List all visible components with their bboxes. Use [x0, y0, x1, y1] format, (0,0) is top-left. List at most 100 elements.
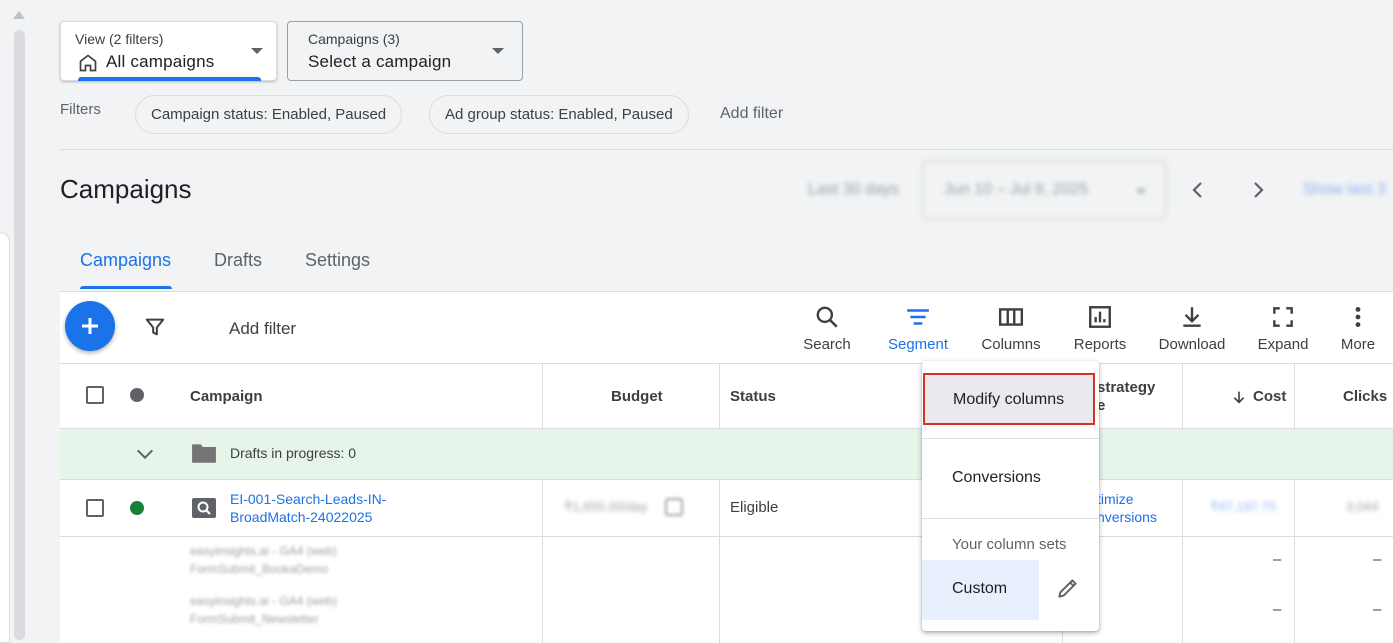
- status-value: Eligible: [730, 499, 779, 516]
- add-campaign-button[interactable]: [65, 301, 115, 351]
- modify-columns-menu-item[interactable]: Modify columns: [923, 373, 1095, 425]
- conversion-action-name-2: FormSubmit_Newsletter: [190, 612, 319, 626]
- cost-value: –: [1273, 601, 1282, 618]
- header-clicks[interactable]: Clicks: [1343, 388, 1387, 405]
- view-picker-label: View (2 filters): [75, 31, 164, 47]
- sort-down-arrow-icon[interactable]: [1231, 389, 1247, 405]
- header-status[interactable]: Status: [730, 388, 776, 405]
- header-budget[interactable]: Budget: [611, 388, 663, 405]
- campaign-picker-value: Select a campaign: [308, 52, 452, 71]
- date-range-picker[interactable]: Jun 10 – Jul 9, 2025: [922, 160, 1167, 220]
- expand-label: Expand: [1257, 336, 1309, 353]
- campaign-name-link-2[interactable]: BroadMatch-24022025: [230, 508, 372, 526]
- header-cost[interactable]: Cost: [1253, 388, 1286, 405]
- clicks-value: –: [1373, 551, 1382, 568]
- date-range-label: Last 30 days: [808, 181, 899, 198]
- status-enabled-dot: [130, 501, 144, 515]
- select-all-checkbox[interactable]: [86, 386, 104, 404]
- search-icon: [816, 306, 838, 328]
- toolbar-add-filter[interactable]: Add filter: [229, 319, 296, 339]
- conversion-action-name: easyinsights.ai - GA4 (web): [190, 594, 337, 608]
- header-bid-strategy[interactable]: strategy: [1097, 379, 1155, 396]
- clicks-value: 3,044: [1346, 499, 1379, 514]
- conversions-label: Conversions: [952, 469, 1041, 486]
- more-button[interactable]: More: [1337, 303, 1379, 353]
- segment-label: Segment: [887, 336, 949, 353]
- segment-icon: [907, 309, 929, 325]
- conversion-action-name-2: FormSubmit_BookaDemo: [190, 562, 329, 576]
- campaign-picker-label: Campaigns (3): [308, 31, 400, 47]
- expand-icon: [1273, 307, 1293, 327]
- filter-chip-campaign-status[interactable]: Campaign status: Enabled, Paused: [135, 95, 403, 134]
- home-icon: [79, 54, 97, 72]
- date-range-value: Jun 10 – Jul 9, 2025: [944, 181, 1089, 198]
- more-vert-icon: [1355, 307, 1361, 327]
- chevron-down-icon: [251, 48, 263, 54]
- reports-button[interactable]: Reports: [1071, 303, 1129, 353]
- row-checkbox[interactable]: [86, 499, 104, 517]
- view-picker-value: All campaigns: [106, 52, 215, 71]
- tab-settings[interactable]: Settings: [305, 250, 370, 271]
- columns-menu: Modify columns Conversions Your column s…: [922, 361, 1099, 631]
- menu-divider: [922, 518, 1099, 519]
- add-filter-link[interactable]: Add filter: [720, 105, 783, 123]
- filter-chip-ad-group-status[interactable]: Ad group status: Enabled, Paused: [429, 95, 689, 134]
- columns-icon: [998, 308, 1024, 326]
- chevron-left-icon[interactable]: [1186, 178, 1210, 202]
- edit-budget-icon[interactable]: [664, 497, 684, 517]
- drafts-row[interactable]: Drafts in progress: 0: [60, 429, 1393, 480]
- menu-divider: [922, 438, 1099, 439]
- bid-strategy-link-2[interactable]: nversions: [1097, 508, 1157, 526]
- search-button[interactable]: Search: [803, 303, 851, 353]
- cost-value: –: [1273, 551, 1282, 568]
- download-icon: [1183, 307, 1201, 327]
- view-picker[interactable]: View (2 filters) All campaigns: [60, 21, 277, 81]
- modify-columns-label: Modify columns: [953, 391, 1065, 408]
- active-tab-indicator: [80, 286, 172, 289]
- campaign-name-link[interactable]: EI-001-Search-Leads-IN-: [230, 490, 386, 508]
- table-header-row: Campaign Budget Status strategy e Cost C…: [60, 364, 1393, 429]
- folder-icon: [192, 444, 216, 463]
- tab-campaigns[interactable]: Campaigns: [80, 250, 171, 271]
- chevron-down-icon: [1136, 189, 1146, 194]
- table-toolbar: Add filter Search Segment Columns Report…: [60, 292, 1393, 364]
- chevron-down-icon: [492, 48, 504, 54]
- chevron-right-icon[interactable]: [1246, 178, 1270, 202]
- budget-value: ₹1,655.00/day: [564, 499, 648, 514]
- more-label: More: [1340, 336, 1376, 353]
- custom-column-set-item[interactable]: Custom: [922, 560, 1039, 620]
- divider: [60, 149, 1393, 150]
- campaign-picker[interactable]: Campaigns (3) Select a campaign: [287, 21, 523, 81]
- expand-button[interactable]: Expand: [1255, 303, 1311, 353]
- conversion-action-rows: easyinsights.ai - GA4 (web) FormSubmit_B…: [60, 537, 1393, 643]
- columns-button[interactable]: Columns: [979, 303, 1043, 353]
- pencil-edit-icon[interactable]: [1055, 575, 1081, 601]
- table-row: EI-001-Search-Leads-IN- BroadMatch-24022…: [60, 480, 1393, 537]
- custom-label: Custom: [952, 580, 1008, 597]
- clicks-value: –: [1373, 601, 1382, 618]
- column-sets-heading: Your column sets: [952, 536, 1067, 553]
- filter-funnel-icon[interactable]: [144, 316, 166, 338]
- download-label: Download: [1158, 336, 1226, 353]
- view-picker-active-indicator: [78, 77, 261, 81]
- segment-button[interactable]: Segment: [887, 303, 949, 353]
- columns-label: Columns: [981, 336, 1041, 353]
- plus-icon: [82, 318, 98, 334]
- download-button[interactable]: Download: [1156, 303, 1228, 353]
- conversions-menu-item[interactable]: Conversions: [922, 459, 1099, 499]
- search-campaign-icon: [192, 498, 216, 518]
- conversion-action-name: easyinsights.ai - GA4 (web): [190, 544, 337, 558]
- reports-label: Reports: [1073, 336, 1127, 353]
- cost-value[interactable]: ₹47,197.75: [1210, 499, 1276, 515]
- side-panel-edge: [0, 232, 10, 643]
- page-title: Campaigns: [60, 174, 192, 204]
- scroll-up-arrow-icon[interactable]: [13, 11, 25, 19]
- header-campaign[interactable]: Campaign: [190, 388, 263, 405]
- tab-drafts[interactable]: Drafts: [214, 250, 262, 271]
- show-last-link[interactable]: Show last 3: [1303, 181, 1386, 199]
- status-dot-header: [130, 388, 144, 402]
- reports-icon: [1089, 306, 1111, 328]
- scrollbar-track[interactable]: [14, 30, 25, 640]
- chevron-down-icon[interactable]: [134, 443, 156, 465]
- bid-strategy-link[interactable]: timize: [1097, 490, 1134, 508]
